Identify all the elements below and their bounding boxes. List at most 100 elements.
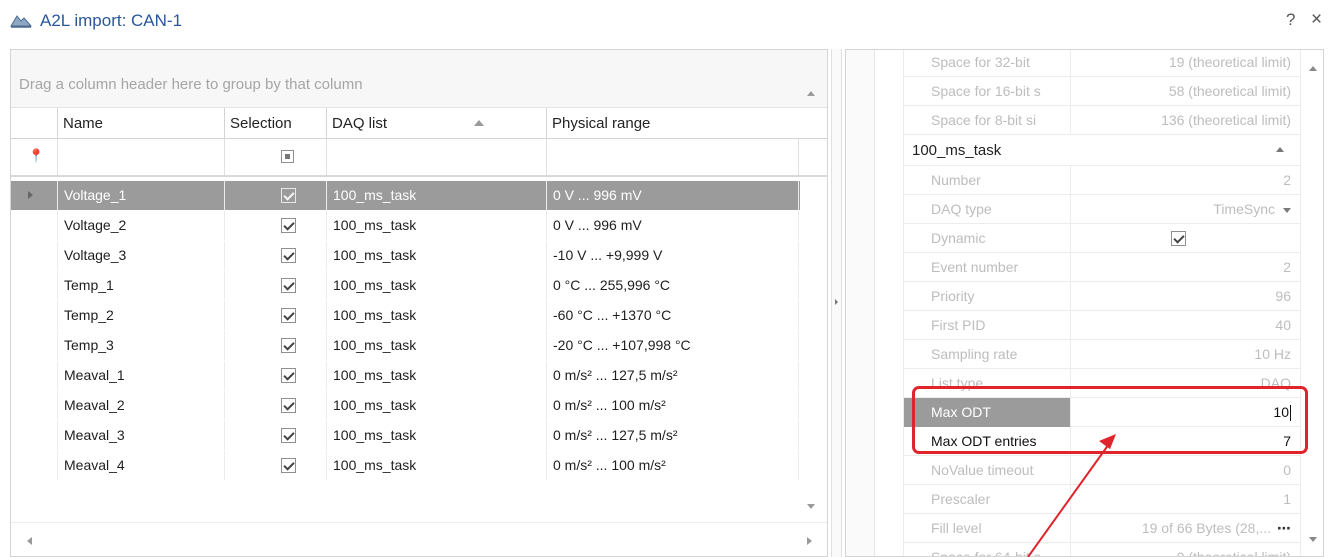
property-value[interactable]: 10 Hz [1071, 340, 1300, 369]
dropdown-arrow-icon[interactable] [1283, 207, 1291, 213]
property-row-sampling-rate[interactable]: Sampling rate 10 Hz [904, 340, 1300, 369]
daq-list-cell[interactable]: 100_ms_task [327, 181, 547, 210]
physical-range-column-header[interactable]: Physical range [547, 108, 827, 138]
physical-range-cell[interactable]: 0 V ... 996 mV [547, 181, 799, 210]
physical-range-cell[interactable]: 0 m/s² ... 127,5 m/s² [547, 361, 799, 390]
row-indicator-cell[interactable] [11, 211, 58, 240]
property-value[interactable]: 136 (theoretical limit) [1071, 106, 1300, 135]
dynamic-checkbox[interactable] [1171, 231, 1186, 246]
property-value[interactable]: 96 [1071, 282, 1300, 311]
property-row-novalue-timeout[interactable]: NoValue timeout 0 [904, 456, 1300, 485]
signal-name[interactable]: Voltage_1 [58, 181, 225, 210]
physical-range-cell[interactable]: 0 °C ... 255,996 °C [547, 271, 799, 300]
signal-name[interactable]: Temp_1 [58, 271, 225, 300]
selection-filter-cell[interactable] [225, 139, 327, 175]
property-row-priority[interactable]: Priority 96 [904, 282, 1300, 311]
table-row[interactable]: Meaval_3 100_ms_task 0 m/s² ... 127,5 m/s² [11, 421, 800, 450]
property-row-dynamic[interactable]: Dynamic [904, 224, 1300, 253]
physical-range-cell[interactable]: -20 °C ... +107,998 °C [547, 331, 799, 360]
vertical-scroll-up-arrow[interactable] [807, 91, 815, 96]
signal-name[interactable]: Meaval_3 [58, 421, 225, 450]
row-indicator-cell[interactable] [11, 391, 58, 420]
property-row-daq-type[interactable]: DAQ type TimeSync [904, 195, 1300, 224]
property-value[interactable]: 1 [1071, 485, 1300, 514]
table-row[interactable]: Temp_1 100_ms_task 0 °C ... 255,996 °C [11, 271, 800, 300]
property-row[interactable]: Space for 16-bit s 58 (theoretical limit… [904, 77, 1300, 106]
property-value[interactable]: 0 [1071, 456, 1300, 485]
selection-checkbox[interactable] [281, 278, 296, 293]
scroll-left-arrow[interactable] [27, 537, 32, 545]
property-row-event-number[interactable]: Event number 2 [904, 253, 1300, 282]
daq-list-cell[interactable]: 100_ms_task [327, 451, 547, 480]
daq-type-dropdown[interactable]: TimeSync [1071, 195, 1300, 224]
group-by-panel[interactable]: Drag a column header here to group by th… [11, 50, 827, 108]
property-row[interactable]: Space for 32-bit 19 (theoretical limit) [904, 50, 1300, 77]
row-indicator-cell[interactable] [11, 271, 58, 300]
help-button[interactable]: ? [1286, 10, 1295, 30]
signal-name[interactable]: Meaval_4 [58, 451, 225, 480]
close-button[interactable]: × [1311, 9, 1322, 31]
daq-list-cell[interactable]: 100_ms_task [327, 271, 547, 300]
property-row-first-pid[interactable]: First PID 40 [904, 311, 1300, 340]
horizontal-scrollbar[interactable] [11, 522, 827, 556]
table-row[interactable]: Voltage_2 100_ms_task 0 V ... 996 mV [11, 211, 800, 240]
property-row-space-64-bit[interactable]: Space for 64-bit s 0 (theoretical limit) [904, 543, 1300, 556]
selection-checkbox[interactable] [281, 188, 296, 203]
physical-range-filter-cell[interactable] [547, 139, 799, 175]
property-value[interactable]: 2 [1071, 253, 1300, 282]
vertical-scroll-down-arrow[interactable] [807, 504, 815, 509]
daq-list-cell[interactable]: 100_ms_task [327, 211, 547, 240]
scroll-up-arrow[interactable] [1309, 66, 1317, 71]
signal-name[interactable]: Temp_2 [58, 301, 225, 330]
property-value[interactable]: 2 [1071, 166, 1300, 195]
selection-checkbox[interactable] [281, 308, 296, 323]
physical-range-cell[interactable]: -10 V ... +9,999 V [547, 241, 799, 270]
property-row-prescaler[interactable]: Prescaler 1 [904, 485, 1300, 514]
property-value[interactable]: 58 (theoretical limit) [1071, 77, 1300, 106]
daq-list-cell[interactable]: 100_ms_task [327, 241, 547, 270]
physical-range-cell[interactable]: 0 m/s² ... 100 m/s² [547, 451, 799, 480]
table-row[interactable]: Voltage_3 100_ms_task -10 V ... +9,999 V [11, 241, 800, 270]
property-row[interactable]: Space for 8-bit si 136 (theoretical limi… [904, 106, 1300, 135]
daq-list-column-header[interactable]: DAQ list [327, 108, 547, 138]
signal-name[interactable]: Voltage_3 [58, 241, 225, 270]
property-value[interactable]: 19 (theoretical limit) [1071, 50, 1300, 77]
collapse-category-icon[interactable] [1276, 147, 1284, 152]
property-row-fill-level[interactable]: Fill level 19 of 66 Bytes (28,... ⋯ [904, 514, 1300, 543]
selection-checkbox[interactable] [281, 218, 296, 233]
table-row[interactable]: Meaval_1 100_ms_task 0 m/s² ... 127,5 m/s² [11, 361, 800, 390]
selection-checkbox[interactable] [281, 338, 296, 353]
property-row-list-type[interactable]: List type DAQ [904, 369, 1300, 398]
row-indicator-cell[interactable] [11, 421, 58, 450]
fill-level-value[interactable]: 19 of 66 Bytes (28,... ⋯ [1071, 514, 1300, 543]
table-row[interactable]: Meaval_2 100_ms_task 0 m/s² ... 100 m/s² [11, 391, 800, 420]
scroll-right-arrow[interactable] [807, 537, 812, 545]
signal-name[interactable]: Meaval_1 [58, 361, 225, 390]
name-filter-cell[interactable] [58, 139, 225, 175]
row-indicator-cell[interactable] [11, 451, 58, 480]
selection-filter-checkbox[interactable] [281, 150, 294, 163]
panel-splitter[interactable] [831, 49, 842, 557]
physical-range-cell[interactable]: 0 V ... 996 mV [547, 211, 799, 240]
row-indicator-cell[interactable] [11, 241, 58, 270]
daq-list-cell[interactable]: 100_ms_task [327, 391, 547, 420]
property-row-number[interactable]: Number 2 [904, 166, 1300, 195]
max-odt-entries-input[interactable]: 7 [1071, 427, 1300, 456]
row-indicator-cell[interactable] [11, 361, 58, 390]
property-value[interactable]: 40 [1071, 311, 1300, 340]
selection-checkbox[interactable] [281, 398, 296, 413]
selection-checkbox[interactable] [281, 428, 296, 443]
row-indicator-cell[interactable] [11, 181, 58, 210]
category-row-100-ms-task[interactable]: 100_ms_task [904, 135, 1300, 166]
name-column-header[interactable]: Name [58, 108, 225, 138]
daq-list-filter-cell[interactable] [327, 139, 547, 175]
signal-name[interactable]: Voltage_2 [58, 211, 225, 240]
property-value[interactable]: DAQ [1071, 369, 1300, 398]
property-row-max-odt[interactable]: Max ODT 10 [904, 398, 1300, 427]
property-vertical-scrollbar[interactable] [1300, 50, 1323, 556]
row-indicator-cell[interactable] [11, 331, 58, 360]
signal-name[interactable]: Meaval_2 [58, 391, 225, 420]
daq-list-cell[interactable]: 100_ms_task [327, 331, 547, 360]
table-row[interactable]: Meaval_4 100_ms_task 0 m/s² ... 100 m/s² [11, 451, 800, 480]
max-odt-input[interactable]: 10 [1071, 398, 1300, 427]
